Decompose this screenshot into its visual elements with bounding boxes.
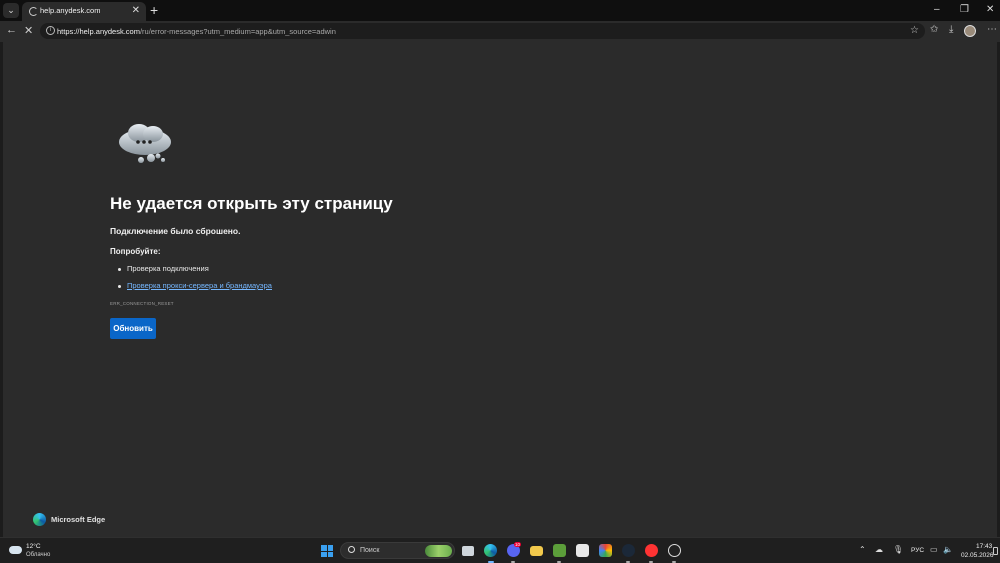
discord-running-indicator <box>511 561 515 563</box>
search-icon <box>348 546 355 553</box>
bullet <box>118 267 121 271</box>
reload-button[interactable]: Обновить <box>110 318 156 339</box>
loading-spinner-icon <box>29 7 38 16</box>
edge-taskbar-icon[interactable] <box>484 544 497 557</box>
try-label: Попробуйте: <box>110 247 161 256</box>
file-explorer-icon[interactable] <box>530 546 543 556</box>
minecraft-running-indicator <box>557 561 561 563</box>
store-icon[interactable] <box>576 544 589 557</box>
close-tab-icon[interactable]: ✕ <box>132 5 140 16</box>
suggestion-item: Проверка прокси-сервера и брандмауэра <box>118 281 272 290</box>
volume-icon[interactable]: 🔈 <box>943 545 953 554</box>
back-button[interactable]: ← <box>6 24 17 36</box>
profile-avatar[interactable] <box>964 25 976 37</box>
clock-time[interactable]: 17:43 <box>976 543 992 550</box>
error-page: Не удается открыть эту страницу Подключе… <box>3 42 997 537</box>
obs-running-indicator <box>672 561 676 563</box>
search-highlight-image <box>425 545 452 557</box>
steam-icon[interactable] <box>622 544 635 557</box>
minimize-button[interactable]: – <box>934 4 940 15</box>
suggestion-item: Проверка подключения <box>118 264 209 273</box>
new-tab-button[interactable]: + <box>150 2 158 18</box>
error-code: ERR_CONNECTION_RESET <box>110 301 174 306</box>
microphone-icon[interactable]: 🎙 <box>893 545 903 554</box>
favorite-star-icon[interactable]: ☆ <box>910 25 919 36</box>
weather-condition[interactable]: Облачно <box>26 552 50 558</box>
tab-actions-menu-button[interactable]: ⌄ <box>3 3 19 18</box>
close-window-button[interactable]: ✕ <box>986 4 994 15</box>
edge-running-indicator <box>488 561 494 563</box>
url-host: https://help.anydesk.com <box>57 27 140 36</box>
tab-bar: ⌄ help.anydesk.com ✕ + – ❐ ✕ <box>0 0 1000 21</box>
favorites-icon[interactable]: ✩ <box>930 24 938 35</box>
error-heading: Не удается открыть эту страницу <box>110 194 393 213</box>
steam-running-indicator <box>626 561 630 563</box>
yandex-running-indicator <box>649 561 653 563</box>
cloud-error-icon <box>119 124 171 163</box>
edge-brand-text: Microsoft Edge <box>51 515 106 524</box>
toolbar: ← ✕ i https://help.anydesk.com/ru/error-… <box>0 21 1000 42</box>
show-hidden-icons-chevron-icon[interactable]: ⌃ <box>859 545 866 554</box>
taskbar-search[interactable]: Поиск <box>340 542 455 559</box>
network-icon[interactable]: ▭ <box>930 545 938 554</box>
input-language[interactable]: РУС <box>911 547 924 554</box>
url-text: https://help.anydesk.com/ru/error-messag… <box>57 27 336 36</box>
office-icon[interactable] <box>599 544 612 557</box>
restore-button[interactable]: ❐ <box>960 4 969 15</box>
minecraft-icon[interactable] <box>553 544 566 557</box>
search-placeholder: Поиск <box>360 547 380 554</box>
weather-temperature[interactable]: 12°C <box>26 543 41 550</box>
weather-cloud-icon[interactable] <box>9 546 22 554</box>
more-menu-icon[interactable]: ⋯ <box>987 24 997 35</box>
suggestion-check-proxy-link[interactable]: Проверка прокси-сервера и брандмауэра <box>127 281 272 290</box>
edge-logo-icon <box>33 513 46 526</box>
active-tab[interactable]: help.anydesk.com ✕ <box>22 2 146 21</box>
clock-date[interactable]: 02.05.2026 <box>961 552 994 559</box>
address-bar[interactable]: i https://help.anydesk.com/ru/error-mess… <box>40 23 925 39</box>
url-path: /ru/error-messages?utm_medium=app&utm_so… <box>139 27 336 36</box>
obs-icon[interactable] <box>668 544 681 557</box>
yandex-browser-icon[interactable] <box>645 544 658 557</box>
cloud-sync-icon[interactable]: ☁ <box>875 545 883 554</box>
task-view-icon[interactable] <box>462 546 474 556</box>
error-subtitle: Подключение было сброшено. <box>110 226 241 236</box>
tab-title: help.anydesk.com <box>40 6 101 15</box>
suggestion-check-connection: Проверка подключения <box>127 264 209 273</box>
download-icon[interactable]: ⤓ <box>949 24 953 35</box>
start-button[interactable] <box>321 545 333 557</box>
discord-badge: 10 <box>514 542 522 547</box>
notification-icon[interactable] <box>993 547 998 555</box>
site-info-icon[interactable]: i <box>46 26 55 35</box>
stop-loading-button[interactable]: ✕ <box>24 24 33 37</box>
taskbar: 12°C Облачно Поиск 10 ⌃ ☁ 🎙 РУС ▭ 🔈 17:4… <box>0 537 1000 563</box>
bullet <box>118 284 121 288</box>
